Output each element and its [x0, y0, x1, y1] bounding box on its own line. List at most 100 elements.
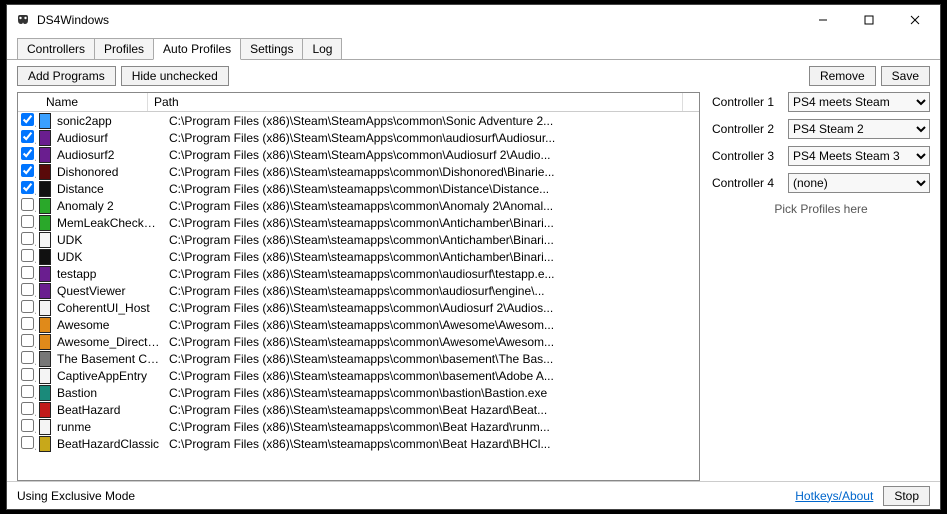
row-path: C:\Program Files (x86)\Steam\steamapps\c…: [166, 165, 699, 179]
table-row[interactable]: AwesomeC:\Program Files (x86)\Steam\stea…: [18, 316, 699, 333]
row-path: C:\Program Files (x86)\Steam\steamapps\c…: [166, 267, 699, 281]
table-row[interactable]: QuestViewerC:\Program Files (x86)\Steam\…: [18, 282, 699, 299]
row-path: C:\Program Files (x86)\Steam\steamapps\c…: [166, 250, 699, 264]
app-icon: [39, 402, 51, 418]
table-row[interactable]: BeatHazardClassicC:\Program Files (x86)\…: [18, 435, 699, 452]
pick-profiles-hint: Pick Profiles here: [712, 202, 930, 216]
row-name: Awesome_DirectT...: [54, 335, 166, 349]
remove-button[interactable]: Remove: [809, 66, 876, 86]
table-row[interactable]: CoherentUI_HostC:\Program Files (x86)\St…: [18, 299, 699, 316]
app-icon: [39, 181, 51, 197]
row-name: sonic2app: [54, 114, 166, 128]
row-checkbox[interactable]: [21, 385, 34, 398]
row-path: C:\Program Files (x86)\Steam\steamapps\c…: [166, 199, 699, 213]
table-row[interactable]: Audiosurf2C:\Program Files (x86)\Steam\S…: [18, 146, 699, 163]
controller-row-4: Controller 4(none): [712, 173, 930, 193]
app-icon: [39, 198, 51, 214]
app-icon: [39, 351, 51, 367]
table-row[interactable]: CaptiveAppEntryC:\Program Files (x86)\St…: [18, 367, 699, 384]
minimize-button[interactable]: [800, 6, 846, 34]
row-checkbox[interactable]: [21, 368, 34, 381]
list-header[interactable]: Name Path: [18, 93, 699, 112]
table-row[interactable]: AudiosurfC:\Program Files (x86)\Steam\St…: [18, 129, 699, 146]
row-checkbox[interactable]: [21, 164, 34, 177]
app-icon: [39, 113, 51, 129]
app-icon: [39, 334, 51, 350]
row-name: The Basement Coll...: [54, 352, 166, 366]
row-name: Dishonored: [54, 165, 166, 179]
maximize-button[interactable]: [846, 6, 892, 34]
row-path: C:\Program Files (x86)\Steam\SteamApps\c…: [166, 114, 699, 128]
row-checkbox[interactable]: [21, 215, 34, 228]
row-name: QuestViewer: [54, 284, 166, 298]
controller-1-profile-select[interactable]: PS4 meets Steam: [788, 92, 930, 112]
col-header-path[interactable]: Path: [148, 93, 683, 111]
close-button[interactable]: [892, 6, 938, 34]
controller-label: Controller 1: [712, 95, 780, 109]
row-checkbox[interactable]: [21, 283, 34, 296]
row-checkbox[interactable]: [21, 317, 34, 330]
row-checkbox[interactable]: [21, 232, 34, 245]
add-programs-button[interactable]: Add Programs: [17, 66, 116, 86]
table-row[interactable]: DistanceC:\Program Files (x86)\Steam\ste…: [18, 180, 699, 197]
app-icon: [39, 300, 51, 316]
row-checkbox[interactable]: [21, 402, 34, 415]
row-path: C:\Program Files (x86)\Steam\steamapps\c…: [166, 403, 699, 417]
row-name: BeatHazard: [54, 403, 166, 417]
controller-row-1: Controller 1 PS4 meets Steam: [712, 92, 930, 112]
row-name: Audiosurf2: [54, 148, 166, 162]
status-bar: Using Exclusive Mode Hotkeys/About Stop: [7, 481, 940, 509]
row-checkbox[interactable]: [21, 181, 34, 194]
row-path: C:\Program Files (x86)\Steam\steamapps\c…: [166, 301, 699, 315]
table-row[interactable]: UDKC:\Program Files (x86)\Steam\steamapp…: [18, 248, 699, 265]
row-name: UDK: [54, 233, 166, 247]
controller-4-profile-select[interactable]: (none): [788, 173, 930, 193]
row-checkbox[interactable]: [21, 249, 34, 262]
row-path: C:\Program Files (x86)\Steam\steamapps\c…: [166, 335, 699, 349]
row-path: C:\Program Files (x86)\Steam\SteamApps\c…: [166, 148, 699, 162]
row-name: Distance: [54, 182, 166, 196]
hotkeys-about-link[interactable]: Hotkeys/About: [795, 489, 873, 503]
controller-3-profile-select[interactable]: PS4 Meets Steam 3: [788, 146, 930, 166]
save-button[interactable]: Save: [881, 66, 930, 86]
tab-controllers[interactable]: Controllers: [17, 38, 95, 59]
row-checkbox[interactable]: [21, 334, 34, 347]
row-checkbox[interactable]: [21, 130, 34, 143]
table-row[interactable]: The Basement Coll...C:\Program Files (x8…: [18, 350, 699, 367]
app-icon: [39, 283, 51, 299]
row-checkbox[interactable]: [21, 419, 34, 432]
app-icon: [39, 436, 51, 452]
table-row[interactable]: UDKC:\Program Files (x86)\Steam\steamapp…: [18, 231, 699, 248]
row-checkbox[interactable]: [21, 147, 34, 160]
titlebar[interactable]: DS4Windows: [7, 5, 940, 35]
app-icon: [39, 249, 51, 265]
row-path: C:\Program Files (x86)\Steam\steamapps\c…: [166, 386, 699, 400]
table-row[interactable]: BeatHazardC:\Program Files (x86)\Steam\s…: [18, 401, 699, 418]
table-row[interactable]: runmeC:\Program Files (x86)\Steam\steama…: [18, 418, 699, 435]
row-checkbox[interactable]: [21, 113, 34, 126]
app-icon: [39, 385, 51, 401]
row-checkbox[interactable]: [21, 436, 34, 449]
row-checkbox[interactable]: [21, 266, 34, 279]
tab-settings[interactable]: Settings: [240, 38, 303, 59]
tab-profiles[interactable]: Profiles: [94, 38, 154, 59]
col-header-name[interactable]: Name: [18, 93, 148, 111]
table-row[interactable]: DishonoredC:\Program Files (x86)\Steam\s…: [18, 163, 699, 180]
controller-2-profile-select[interactable]: PS4 Steam 2: [788, 119, 930, 139]
app-icon: [39, 232, 51, 248]
row-checkbox[interactable]: [21, 300, 34, 313]
table-row[interactable]: Awesome_DirectT...C:\Program Files (x86)…: [18, 333, 699, 350]
table-row[interactable]: sonic2appC:\Program Files (x86)\Steam\St…: [18, 112, 699, 129]
table-row[interactable]: BastionC:\Program Files (x86)\Steam\stea…: [18, 384, 699, 401]
tab-auto-profiles[interactable]: Auto Profiles: [153, 38, 241, 60]
row-checkbox[interactable]: [21, 198, 34, 211]
tab-log[interactable]: Log: [302, 38, 342, 59]
table-row[interactable]: MemLeakCheckDif...C:\Program Files (x86)…: [18, 214, 699, 231]
stop-button[interactable]: Stop: [883, 486, 930, 506]
table-row[interactable]: testappC:\Program Files (x86)\Steam\stea…: [18, 265, 699, 282]
controller-label: Controller 3: [712, 149, 780, 163]
hide-unchecked-button[interactable]: Hide unchecked: [121, 66, 229, 86]
table-row[interactable]: Anomaly 2C:\Program Files (x86)\Steam\st…: [18, 197, 699, 214]
list-body[interactable]: sonic2appC:\Program Files (x86)\Steam\St…: [18, 112, 699, 480]
row-checkbox[interactable]: [21, 351, 34, 364]
